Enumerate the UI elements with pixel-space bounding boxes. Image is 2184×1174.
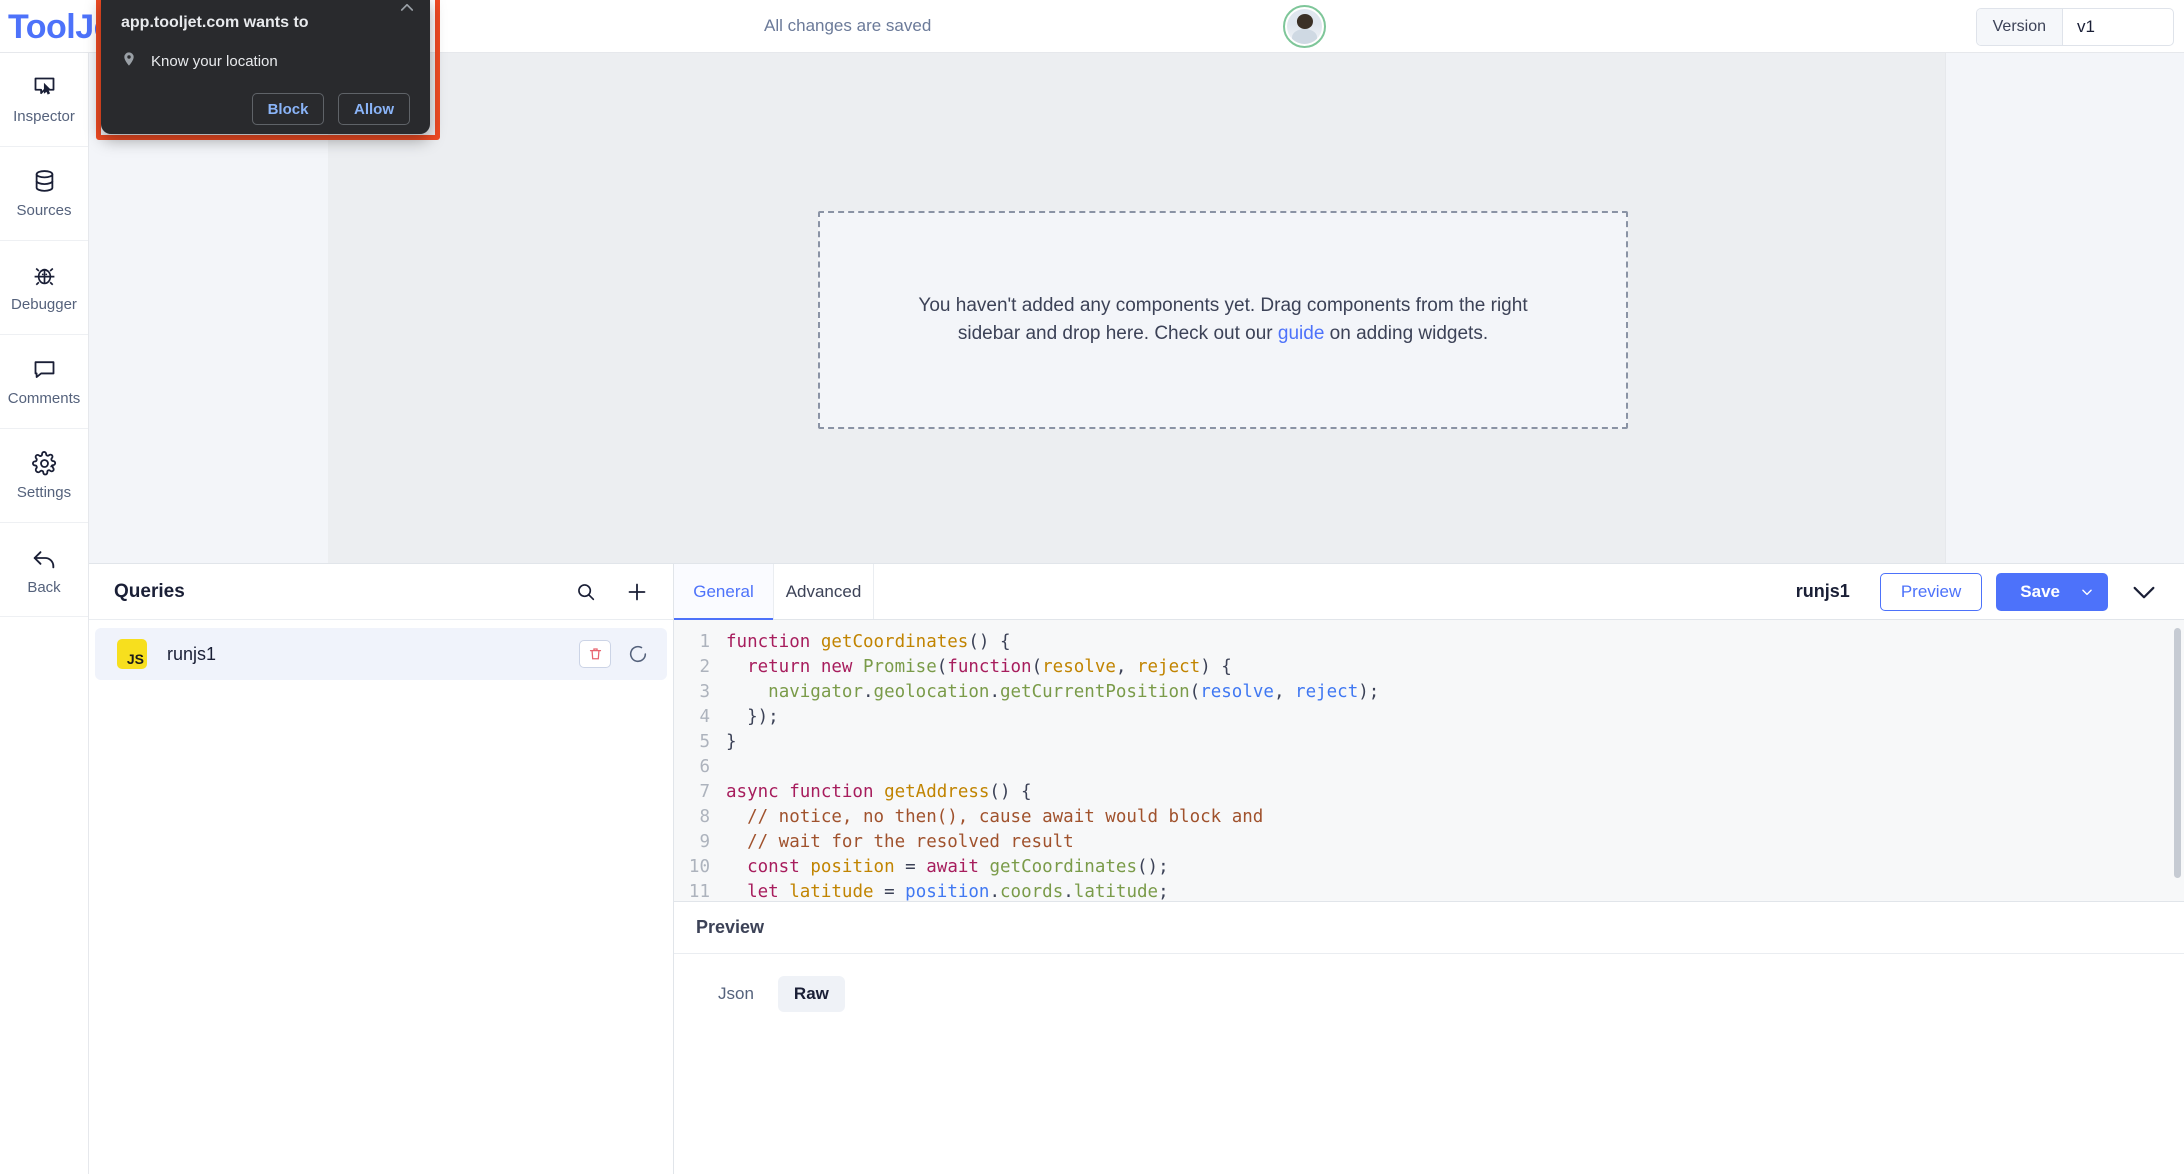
run-circle-icon[interactable] [627,643,649,665]
back-arrow-icon [30,544,58,572]
code-editor[interactable]: 1 function getCoordinates() {2 return new… [674,620,2184,902]
list-item[interactable]: JS runjs1 [95,628,667,680]
sidebar-item-back[interactable]: Back [0,523,88,617]
location-permission-dialog: app.tooljet.com wants to Know your locat… [101,0,430,134]
block-button[interactable]: Block [252,93,324,125]
inspector-icon [31,74,58,101]
tab-json[interactable]: Json [702,976,770,1012]
line-number: 2 [699,657,710,677]
query-title: runjs1 [1795,581,1850,601]
version-selector[interactable]: Version v1 [1975,8,2174,46]
bug-icon [31,262,58,289]
left-icon-rail: Inspector Sources Debugger Comments Sett… [0,53,89,1174]
canvas-empty-placeholder[interactable]: You haven't added any components yet. Dr… [818,211,1628,429]
sidebar-item-label: Back [27,578,61,596]
line-number: 11 [688,882,710,902]
preview-title: Preview [696,917,765,937]
queries-header: Queries [89,564,673,620]
line-number: 5 [699,732,710,752]
header-spacer [874,564,1796,619]
sidebar-item-label: Inspector [13,108,75,125]
trash-icon[interactable] [579,640,611,668]
canvas-empty-text: You haven't added any components yet. Dr… [903,292,1543,348]
tooljet-app-editor: ToolJe All changes are saved Version v1 … [0,0,2184,1174]
chevron-up-icon[interactable] [398,0,416,14]
queries-pane: Queries JS runjs1 [89,564,674,1174]
tab-advanced[interactable]: Advanced [774,564,874,619]
sidebar-item-label: Debugger [11,296,77,313]
line-number: 7 [699,782,710,802]
sidebar-item-inspector[interactable]: Inspector [0,53,88,147]
sidebar-item-settings[interactable]: Settings [0,429,88,523]
sidebar-item-label: Sources [16,202,72,219]
line-number: 10 [688,857,710,877]
sidebar-item-debugger[interactable]: Debugger [0,241,88,335]
permission-request-row: Know your location [121,50,410,73]
sidebar-item-comments[interactable]: Comments [0,335,88,429]
save-status-text: All changes are saved [764,16,932,35]
chevron-down-icon[interactable] [2076,585,2108,599]
database-icon [31,168,58,195]
save-button[interactable]: Save [1996,572,2108,611]
bottom-dock: Queries JS runjs1 General Advanced runjs… [89,563,2184,1174]
avatar-image [1287,9,1322,44]
line-number: 3 [699,682,710,702]
allow-button[interactable]: Allow [338,93,410,125]
gear-icon [31,450,58,477]
avatar[interactable] [1283,5,1326,48]
canvas-sheet[interactable]: You haven't added any components yet. Dr… [328,53,1945,563]
empty-text-part2: on adding widgets. [1324,323,1489,344]
query-editor-header: General Advanced runjs1 Preview Save [674,564,2184,620]
line-number: 9 [699,832,710,852]
tab-general[interactable]: General [674,564,774,620]
code-content[interactable]: 1 function getCoordinates() {2 return new… [674,620,2184,902]
search-icon[interactable] [575,581,597,603]
query-name[interactable]: runjs1 [167,644,579,665]
comment-icon [31,356,58,383]
permission-dialog-title: app.tooljet.com wants to [121,14,309,31]
plus-icon[interactable] [625,580,649,604]
sidebar-item-sources[interactable]: Sources [0,147,88,241]
code-editor-scrollbar[interactable] [2174,628,2181,878]
collapse-panel-chevron-down-icon[interactable] [2130,578,2158,606]
sidebar-item-label: Comments [7,390,81,407]
guide-link[interactable]: guide [1278,323,1325,344]
js-badge: JS [117,639,147,669]
version-label: Version [1976,9,2063,45]
preview-header: Preview [674,902,2184,954]
preview-format-tabs: Json Raw [674,954,2184,1012]
query-editor-pane: General Advanced runjs1 Preview Save 1 f… [674,564,2184,1174]
permission-text: Know your location [151,53,278,70]
line-number: 4 [699,707,710,727]
sidebar-item-label: Settings [16,484,72,501]
queries-title: Queries [114,580,185,602]
save-button-label: Save [2020,581,2060,601]
version-value[interactable]: v1 [2063,9,2173,45]
line-number: 1 [699,632,710,652]
location-pin-icon [121,50,137,73]
line-number: 8 [699,807,710,827]
permission-dialog-actions: Block Allow [121,93,410,125]
preview-button[interactable]: Preview [1879,572,1983,611]
line-number: 6 [699,757,710,777]
right-components-sidebar[interactable] [1945,53,2184,563]
tab-raw[interactable]: Raw [777,976,845,1012]
